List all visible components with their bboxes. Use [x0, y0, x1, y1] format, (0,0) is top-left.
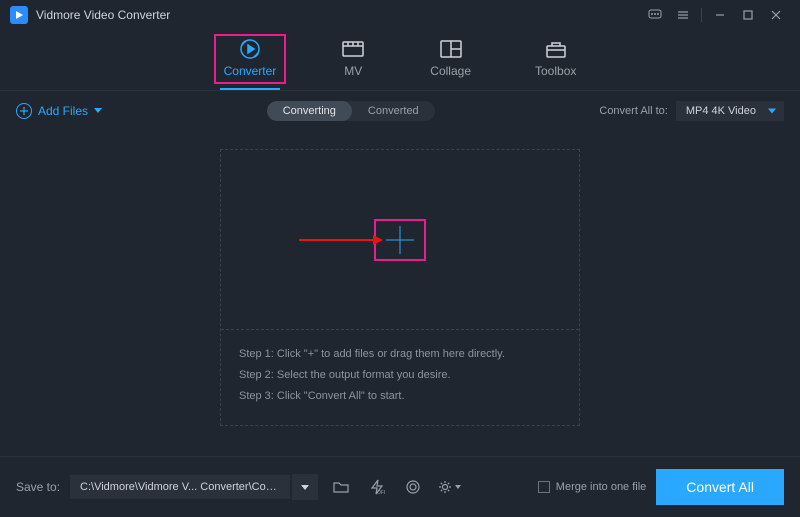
merge-label: Merge into one file [556, 481, 647, 493]
instruction-step: Step 1: Click "+" to add files or drag t… [239, 344, 561, 365]
save-to-label: Save to: [16, 480, 60, 494]
dropzone: Step 1: Click "+" to add files or drag t… [220, 149, 580, 426]
tab-converter[interactable]: Converter [220, 38, 281, 90]
hardware-accel-icon[interactable]: OFF [364, 474, 390, 500]
footer: Save to: C:\Vidmore\Vidmore V... Convert… [0, 456, 800, 517]
instruction-step: Step 3: Click "Convert All" to start. [239, 386, 561, 407]
titlebar: Vidmore Video Converter [0, 0, 800, 30]
plus-circle-icon [16, 103, 32, 119]
main-tabs: Converter MV Collage Toolbox [0, 30, 800, 91]
menu-icon[interactable] [669, 5, 697, 25]
tab-label: Converter [224, 64, 277, 78]
save-path-dropdown[interactable] [292, 474, 318, 500]
app-title: Vidmore Video Converter [36, 8, 641, 22]
convert-all-to-label: Convert All to: [599, 105, 667, 117]
convert-all-to: Convert All to: MP4 4K Video [599, 101, 784, 121]
tab-converted[interactable]: Converted [352, 101, 435, 121]
annotation-arrow [299, 235, 383, 245]
plus-icon [386, 226, 414, 254]
svg-text:OFF: OFF [377, 490, 385, 495]
main-area: Step 1: Click "+" to add files or drag t… [0, 131, 800, 426]
minimize-button[interactable] [706, 5, 734, 25]
tab-collage[interactable]: Collage [426, 38, 475, 90]
open-folder-icon[interactable] [328, 474, 354, 500]
tab-label: Toolbox [535, 64, 576, 78]
sub-toolbar: Add Files Converting Converted Convert A… [0, 91, 800, 131]
tab-toolbox[interactable]: Toolbox [531, 38, 580, 90]
tab-label: Collage [430, 64, 471, 78]
tab-converting[interactable]: Converting [267, 101, 352, 121]
dropzone-target[interactable] [221, 150, 579, 330]
collage-icon [438, 38, 464, 60]
instructions: Step 1: Click "+" to add files or drag t… [221, 330, 579, 425]
add-files-button[interactable]: Add Files [16, 103, 102, 119]
instruction-step: Step 2: Select the output format you des… [239, 365, 561, 386]
convert-all-button[interactable]: Convert All [656, 469, 784, 505]
app-logo [10, 6, 28, 24]
converter-icon [237, 38, 263, 60]
status-tabs: Converting Converted [267, 101, 435, 121]
close-button[interactable] [762, 5, 790, 25]
divider [701, 8, 702, 22]
toolbox-icon [543, 38, 569, 60]
merge-checkbox[interactable]: Merge into one file [538, 481, 647, 493]
checkbox-icon [538, 481, 550, 493]
feedback-icon[interactable] [641, 5, 669, 25]
tab-mv[interactable]: MV [336, 38, 370, 90]
add-files-label: Add Files [38, 104, 88, 118]
chevron-down-icon [94, 108, 102, 114]
maximize-button[interactable] [734, 5, 762, 25]
settings-icon[interactable] [436, 474, 462, 500]
output-format-select[interactable]: MP4 4K Video [676, 101, 784, 121]
save-path-field[interactable]: C:\Vidmore\Vidmore V... Converter\Conver… [70, 475, 290, 499]
task-schedule-icon[interactable] [400, 474, 426, 500]
tab-label: MV [344, 64, 362, 78]
mv-icon [340, 38, 366, 60]
